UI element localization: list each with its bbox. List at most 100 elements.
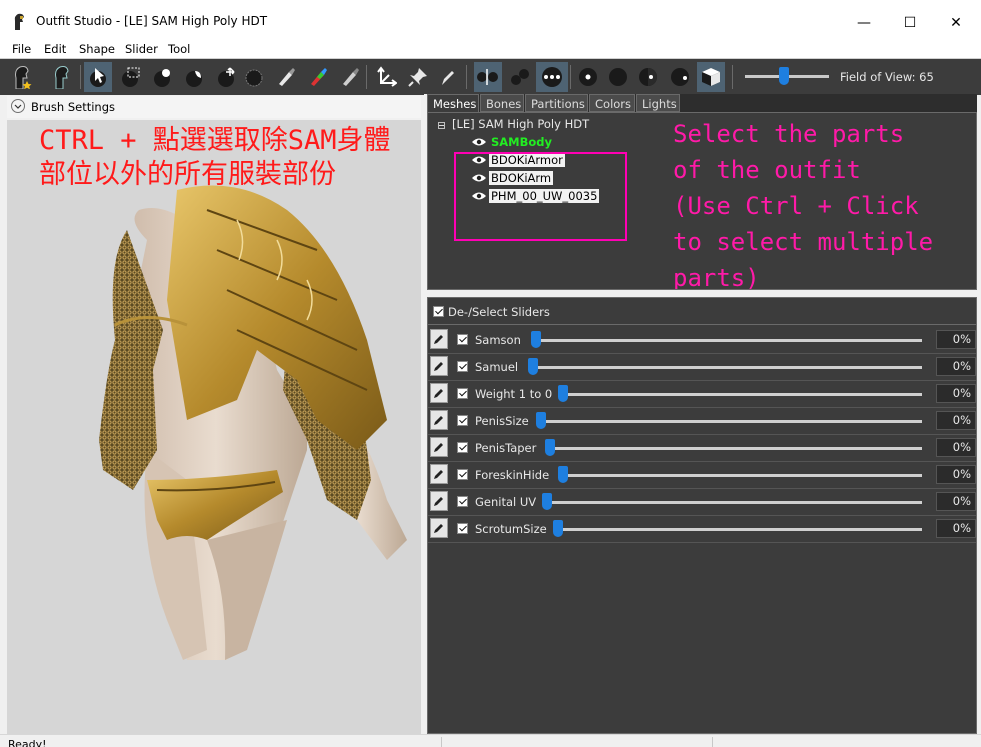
maximize-button[interactable]: ☐ <box>887 8 933 38</box>
reference-template-button[interactable] <box>8 62 36 92</box>
slider-edit-button[interactable] <box>430 383 448 403</box>
slider-thumb[interactable] <box>531 331 541 348</box>
tab-meshes[interactable]: Meshes <box>427 94 479 112</box>
slider-edit-button[interactable] <box>430 518 448 538</box>
shaded-render-button[interactable] <box>666 62 694 92</box>
slider-edit-button[interactable] <box>430 437 448 457</box>
status-bar: Ready! <box>0 734 981 747</box>
slider-enable-checkbox[interactable] <box>457 442 468 453</box>
vertex-edit-button[interactable] <box>434 62 462 92</box>
cursor-sphere-icon <box>90 68 106 87</box>
tab-bones[interactable]: Bones <box>480 94 524 112</box>
slider-track[interactable] <box>546 447 922 450</box>
toolbar-separator <box>570 65 571 89</box>
menu-edit[interactable]: Edit <box>44 42 66 56</box>
color-brush-button[interactable] <box>336 62 364 92</box>
sliders-header: De-/Select Sliders <box>428 298 976 325</box>
slider-value-field[interactable]: 0% <box>936 357 976 376</box>
slider-enable-checkbox[interactable] <box>457 334 468 345</box>
solid-sphere-icon <box>609 68 627 86</box>
fov-slider-thumb[interactable] <box>779 67 789 85</box>
slider-edit-button[interactable] <box>430 356 448 376</box>
slider-track[interactable] <box>532 339 922 342</box>
slider-value-field[interactable]: 0% <box>936 330 976 349</box>
slider-edit-button[interactable] <box>430 329 448 349</box>
slider-value-field[interactable]: 0% <box>936 519 976 538</box>
tab-colors[interactable]: Colors <box>589 94 635 112</box>
slider-name: Samuel <box>475 360 519 374</box>
slider-thumb[interactable] <box>553 520 563 537</box>
half-render-button[interactable] <box>634 62 662 92</box>
slider-track[interactable] <box>558 474 922 477</box>
slider-row-penistaper: PenisTaper 0% <box>428 434 976 462</box>
slider-thumb[interactable] <box>528 358 538 375</box>
outfit-head-button[interactable] <box>48 62 76 92</box>
cube-render-button[interactable] <box>697 62 725 92</box>
slider-enable-checkbox[interactable] <box>457 469 468 480</box>
horizontal-splitter[interactable] <box>427 290 977 296</box>
menu-slider[interactable]: Slider <box>125 42 158 56</box>
close-button[interactable]: ✕ <box>933 8 979 38</box>
slider-track[interactable] <box>554 528 922 531</box>
slider-value-field[interactable]: 0% <box>936 384 976 403</box>
point-render-button[interactable] <box>574 62 602 92</box>
slider-enable-checkbox[interactable] <box>457 523 468 534</box>
slider-track[interactable] <box>544 501 922 504</box>
slider-enable-checkbox[interactable] <box>457 415 468 426</box>
status-text: Ready! <box>8 738 47 747</box>
slider-thumb[interactable] <box>536 412 546 429</box>
undiff-brush-button[interactable] <box>272 62 300 92</box>
slider-track[interactable] <box>538 420 922 423</box>
slider-row-samuel: Samuel 0% <box>428 353 976 381</box>
show-mask-button[interactable] <box>506 62 534 92</box>
tree-root-label[interactable]: [LE] SAM High Poly HDT <box>452 117 589 131</box>
menu-shape[interactable]: Shape <box>79 42 115 56</box>
menu-file[interactable]: File <box>12 42 31 56</box>
slider-enable-checkbox[interactable] <box>457 388 468 399</box>
tree-item-sambody[interactable]: SAMBody <box>472 134 554 150</box>
slider-thumb[interactable] <box>542 493 552 510</box>
slider-track[interactable] <box>558 393 922 396</box>
minimize-button[interactable]: — <box>841 8 887 38</box>
select-all-sliders-checkbox[interactable] <box>433 306 444 317</box>
window-title: Outfit Studio - [LE] SAM High Poly HDT <box>36 14 268 28</box>
smooth-brush-button[interactable] <box>240 62 268 92</box>
slider-thumb[interactable] <box>558 466 568 483</box>
slider-thumb[interactable] <box>558 385 568 402</box>
pencil-icon <box>434 497 443 506</box>
slider-edit-button[interactable] <box>430 491 448 511</box>
collapse-toggle-icon[interactable] <box>438 122 445 129</box>
slider-thumb[interactable] <box>545 439 555 456</box>
brush-settings-label: Brush Settings <box>31 100 116 114</box>
move-brush-button[interactable] <box>212 62 240 92</box>
slider-value-field[interactable]: 0% <box>936 492 976 511</box>
show-vertices-button[interactable] <box>474 62 502 92</box>
deflate-brush-button[interactable] <box>180 62 208 92</box>
mask-brush-button[interactable] <box>116 62 144 92</box>
inflate-brush-button[interactable] <box>148 62 176 92</box>
slider-enable-checkbox[interactable] <box>457 496 468 507</box>
brush-settings-bar[interactable]: Brush Settings <box>7 96 421 118</box>
cube-icon <box>702 68 720 86</box>
slider-enable-checkbox[interactable] <box>457 361 468 372</box>
tab-partitions[interactable]: Partitions <box>525 94 588 112</box>
solid-render-button[interactable] <box>604 62 632 92</box>
slider-value-field[interactable]: 0% <box>936 411 976 430</box>
show-weights-button[interactable] <box>536 62 568 92</box>
select-brush-button[interactable] <box>84 62 112 92</box>
instruction-annotation-en: Select the parts of the outfit (Use Ctrl… <box>673 120 934 290</box>
slider-value-field[interactable]: 0% <box>936 438 976 457</box>
weight-brush-button[interactable] <box>304 62 332 92</box>
pivot-tool-button[interactable] <box>404 62 432 92</box>
menu-bar: File Edit Shape Slider Tool <box>0 40 981 58</box>
chevron-down-icon[interactable] <box>11 99 25 113</box>
eye-icon[interactable] <box>472 137 486 147</box>
3d-viewport[interactable]: CTRL + 點選選取除SAM身體 部位以外的所有服裝部份 <box>7 120 421 734</box>
slider-edit-button[interactable] <box>430 410 448 430</box>
tab-lights[interactable]: Lights <box>636 94 680 112</box>
slider-track[interactable] <box>532 366 922 369</box>
slider-value-field[interactable]: 0% <box>936 465 976 484</box>
transform-tool-button[interactable] <box>372 62 400 92</box>
menu-tool[interactable]: Tool <box>168 42 190 56</box>
slider-edit-button[interactable] <box>430 464 448 484</box>
